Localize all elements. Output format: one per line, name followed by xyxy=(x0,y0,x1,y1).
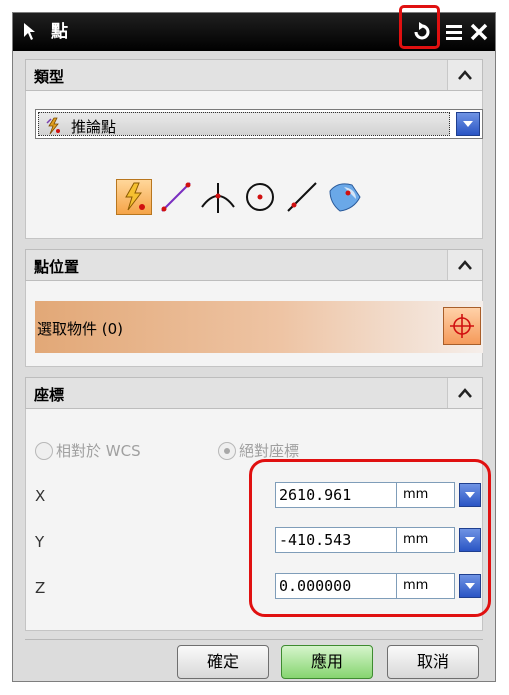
close-icon[interactable] xyxy=(468,21,490,43)
z-label: Z xyxy=(35,579,46,597)
type-collapse-button[interactable] xyxy=(447,60,482,90)
point-location-collapse-button[interactable] xyxy=(447,250,482,280)
surface-point-tool[interactable] xyxy=(326,179,362,215)
coordinates-section-header[interactable]: 座標 xyxy=(25,377,483,409)
arc-center-tool[interactable] xyxy=(242,179,278,215)
y-label: Y xyxy=(35,533,45,551)
select-object-bar[interactable]: 選取物件 (0) xyxy=(35,301,483,353)
cancel-button[interactable]: 取消 xyxy=(387,645,479,679)
point-on-curve-tool[interactable] xyxy=(158,179,194,215)
type-section-header[interactable]: 類型 xyxy=(25,59,483,91)
dialog-title: 點 xyxy=(51,22,68,42)
x-label: X xyxy=(35,487,46,505)
type-selected-label: 推論點 xyxy=(71,118,117,136)
radio-button-selected xyxy=(218,441,236,460)
type-dropdown[interactable]: 推論點 xyxy=(35,109,483,139)
point-location-section-header[interactable]: 點位置 xyxy=(25,249,483,281)
coordinates-highlight-annotation xyxy=(249,459,491,617)
point-location-section-title: 點位置 xyxy=(34,258,80,276)
reset-highlight-annotation xyxy=(399,5,440,49)
coordinates-section-title: 座標 xyxy=(34,386,65,404)
inferred-point-icon xyxy=(46,117,60,135)
footer-divider xyxy=(25,639,483,640)
chevron-up-icon xyxy=(458,70,472,80)
select-object-label: 選取物件 (0) xyxy=(37,320,124,338)
coordinates-collapse-button[interactable] xyxy=(447,378,482,408)
type-dropdown-field: 推論點 xyxy=(38,112,450,136)
chevron-up-icon xyxy=(458,388,472,398)
end-point-tool[interactable] xyxy=(284,179,320,215)
intersection-point-icon xyxy=(201,183,235,213)
point-dialog-button[interactable] xyxy=(443,307,481,345)
arc-center-icon xyxy=(246,183,274,211)
radio-relative-wcs[interactable]: 相對於 WCS xyxy=(35,440,141,464)
chevron-up-icon xyxy=(458,260,472,270)
type-section-title: 類型 xyxy=(34,68,65,86)
menu-icon[interactable] xyxy=(443,21,465,43)
radio-button xyxy=(35,441,53,460)
chevron-down-icon xyxy=(463,121,473,127)
point-on-curve-icon xyxy=(161,182,191,212)
type-dropdown-arrow[interactable] xyxy=(456,112,480,136)
apply-button[interactable]: 應用 xyxy=(281,645,373,679)
end-point-icon xyxy=(287,182,317,212)
ok-button[interactable]: 確定 xyxy=(177,645,269,679)
inferred-point-icon xyxy=(125,182,145,211)
inferred-point-tool[interactable] xyxy=(116,179,152,215)
surface-point-icon xyxy=(329,183,361,212)
intersection-point-tool[interactable] xyxy=(200,179,236,215)
select-arrow-icon xyxy=(24,23,35,40)
crosshair-icon xyxy=(450,314,474,338)
